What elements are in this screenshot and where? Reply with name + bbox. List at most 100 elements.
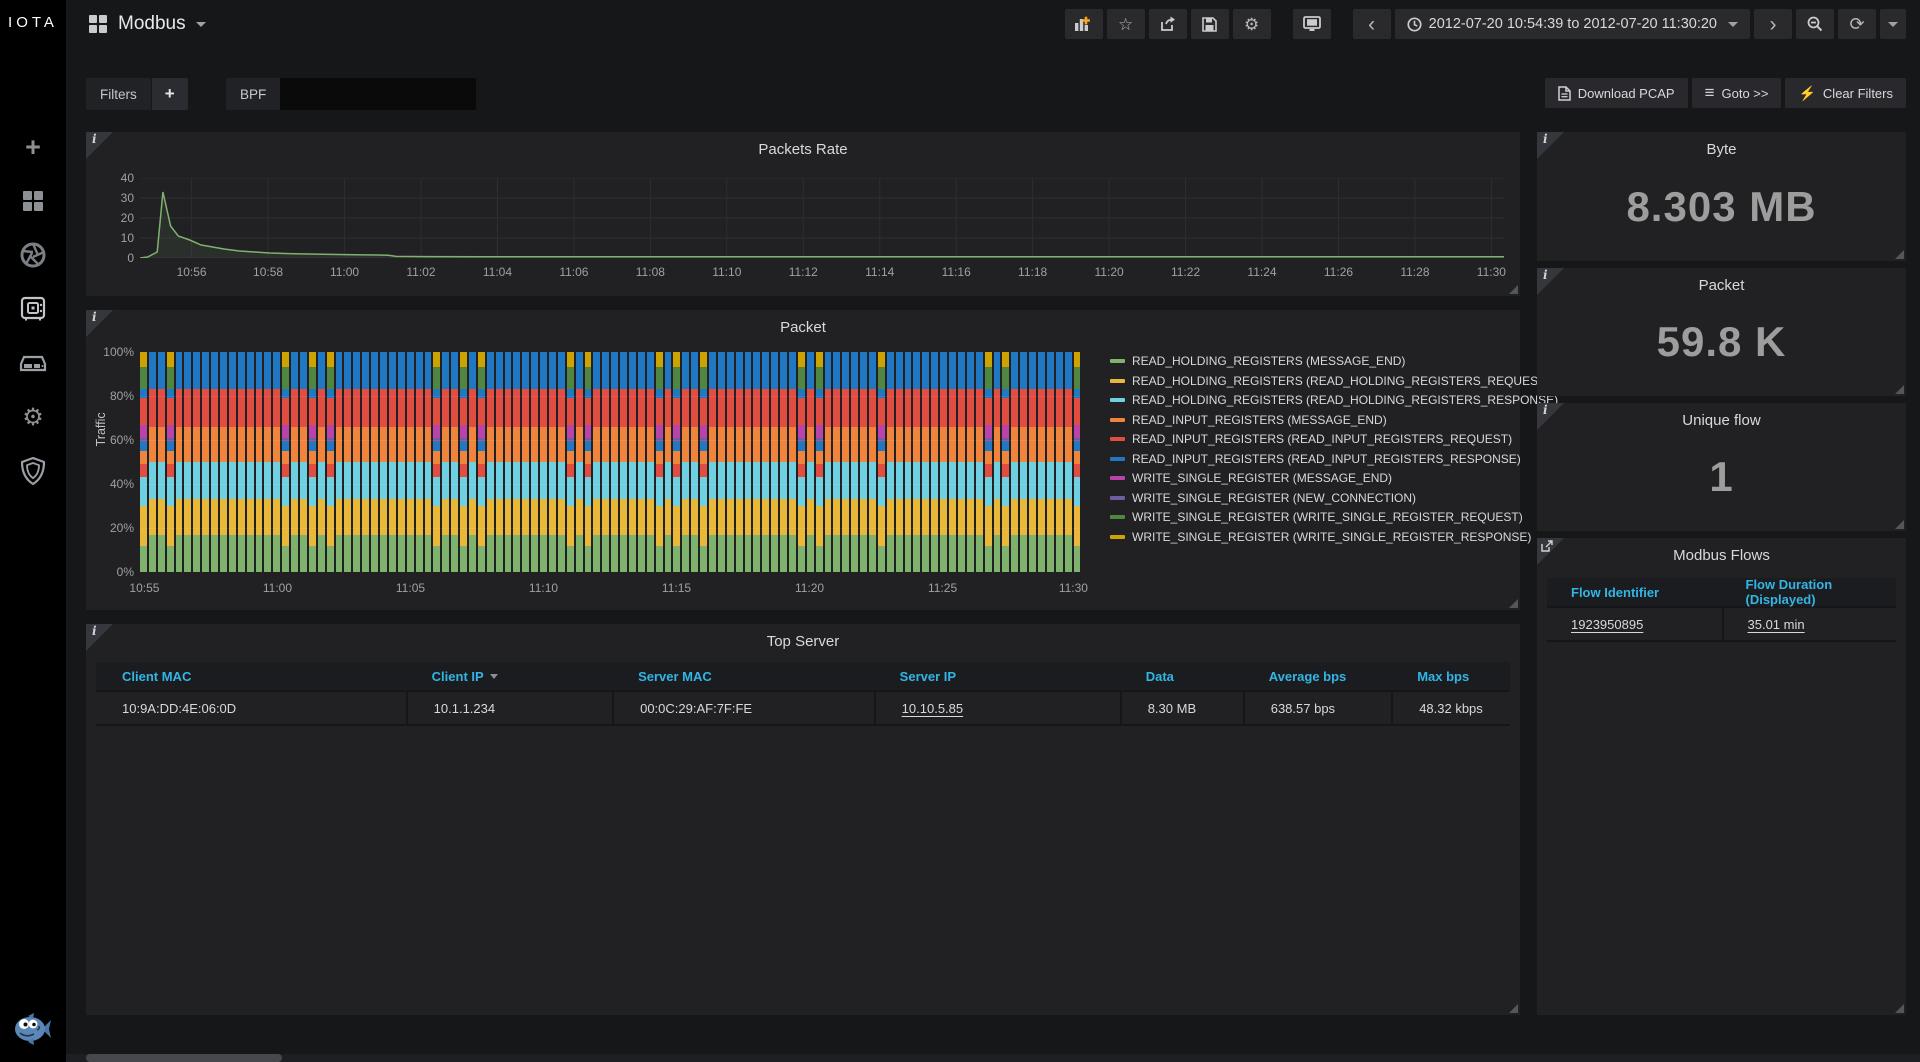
table-header-client-ip[interactable]: Client IP [406, 669, 612, 684]
aperture-icon[interactable] [18, 240, 48, 270]
storage-drive-icon[interactable] [18, 348, 48, 378]
panel-resize-handle[interactable] [1509, 599, 1518, 608]
packets-rate-panel: i Packets Rate 0 10 20 30 40 10:56 10:58 11:00… [86, 132, 1520, 296]
top-server-panel: i Top Server Client MAC Client IP Server M… [86, 624, 1520, 1015]
clear-filters-button[interactable]: ⚡ Clear Filters [1785, 78, 1906, 108]
toolbar: ☆ ⚙ ‹ 2012-07-20 10:54:39 to 2012-07-20 … [1064, 9, 1906, 39]
table-cell: 10.10.5.85 [873, 692, 1120, 724]
legend-item[interactable]: WRITE_SINGLE_REGISTER (MESSAGE_END) [1110, 471, 1510, 485]
save-button[interactable] [1190, 9, 1229, 39]
legend-item[interactable]: READ_INPUT_REGISTERS (MESSAGE_END) [1110, 413, 1510, 427]
panel-resize-handle[interactable] [1895, 520, 1904, 529]
filters-group: Filters + [86, 78, 188, 110]
flows-link[interactable]: 35.01 min [1748, 617, 1805, 632]
share-button[interactable] [1148, 9, 1187, 39]
panel-title[interactable]: Packet [86, 310, 1520, 340]
add-icon[interactable]: + [18, 132, 48, 162]
stacked-bar [1073, 352, 1081, 572]
panel-resize-handle[interactable] [1509, 1004, 1518, 1013]
panel-resize-handle[interactable] [1895, 1004, 1904, 1013]
panel-resize-handle[interactable] [1895, 385, 1904, 394]
settings-button[interactable]: ⚙ [1232, 9, 1271, 39]
legend-item[interactable]: READ_INPUT_REGISTERS (READ_INPUT_REGISTE… [1110, 432, 1512, 446]
mascot-fish-avatar[interactable] [12, 1012, 52, 1046]
packets-rate-line-chart [139, 177, 1504, 259]
legend-item[interactable]: WRITE_SINGLE_REGISTER (WRITE_SINGLE_REGI… [1110, 510, 1523, 524]
iota-logo[interactable]: IOTA [0, 14, 66, 31]
x-tick-label: 11:05 [395, 581, 426, 595]
refresh-button[interactable]: ⟳ [1838, 9, 1876, 39]
panel-title[interactable]: Packet [1537, 268, 1906, 298]
tv-mode-button[interactable] [1292, 9, 1331, 39]
modbus-flows-panel: Modbus Flows Flow Identifier Flow Duratio… [1537, 538, 1906, 1015]
goto-button[interactable]: ≡ Goto >> [1691, 78, 1782, 108]
legend-item[interactable]: READ_INPUT_REGISTERS (READ_INPUT_REGISTE… [1110, 452, 1521, 466]
refresh-interval-dropdown[interactable] [1880, 9, 1906, 39]
zoom-out-button[interactable] [1796, 9, 1834, 39]
x-tick-label: 11:20 [1094, 265, 1124, 279]
table-cell: 10.1.1.234 [405, 692, 612, 724]
flows-header-row: Flow Identifier Flow Duration (Displayed) [1547, 577, 1897, 607]
stacked-bar [824, 352, 832, 572]
save-icon [1202, 16, 1217, 32]
table-link[interactable]: 10.10.5.85 [902, 701, 963, 716]
x-tick-label: 11:30 [1476, 265, 1506, 279]
stacked-bar [869, 352, 876, 572]
flows-header[interactable]: Flow Duration (Displayed) [1722, 577, 1897, 607]
shield-icon[interactable] [18, 456, 48, 486]
dashboards-grid-icon[interactable] [18, 186, 48, 216]
stacked-bar [815, 352, 823, 572]
add-panel-button[interactable] [1064, 9, 1103, 39]
packet-plot-area[interactable] [140, 352, 1081, 572]
gear-icon[interactable]: ⚙ [18, 402, 48, 432]
bpf-input[interactable] [280, 78, 477, 110]
legend-color-dash [1110, 534, 1125, 539]
legend-item[interactable]: WRITE_SINGLE_REGISTER (NEW_CONNECTION) [1110, 491, 1510, 505]
stacked-bar [984, 352, 992, 572]
flows-header[interactable]: Flow Identifier [1547, 585, 1722, 600]
stacked-bar [228, 352, 236, 572]
table-header-client-mac[interactable]: Client MAC [96, 669, 406, 684]
panel-title[interactable]: Unique flow [1537, 403, 1906, 433]
stacked-bar [504, 352, 512, 572]
time-range-picker[interactable]: 2012-07-20 10:54:39 to 2012-07-20 11:30:… [1394, 9, 1750, 39]
stacked-bar [744, 352, 752, 572]
horizontal-scrollbar-track[interactable] [66, 1054, 1920, 1062]
y-tick-label: 40 [120, 171, 134, 185]
legend-item[interactable]: WRITE_SINGLE_REGISTER (WRITE_SINGLE_REGI… [1110, 530, 1531, 544]
packets-rate-plot-area[interactable] [139, 177, 1504, 259]
legend-item[interactable]: READ_HOLDING_REGISTERS (READ_HOLDING_REG… [1110, 393, 1558, 407]
document-icon [1558, 85, 1571, 101]
time-back-button[interactable]: ‹ [1352, 9, 1391, 39]
flows-link[interactable]: 1923950895 [1571, 617, 1643, 632]
panel-resize-handle[interactable] [1895, 250, 1904, 259]
x-tick-label: 11:08 [635, 265, 665, 279]
dashboard-picker[interactable]: Modbus [88, 13, 206, 35]
table-header-average-bps[interactable]: Average bps [1243, 669, 1391, 684]
y-tick-label: 20% [109, 521, 134, 535]
time-forward-button[interactable]: › [1754, 9, 1792, 39]
panel-title[interactable]: Packets Rate [86, 132, 1520, 162]
panel-title[interactable]: Byte [1537, 132, 1906, 162]
legend-item[interactable]: READ_HOLDING_REGISTERS (MESSAGE_END) [1110, 354, 1510, 368]
legend-item[interactable]: READ_HOLDING_REGISTERS (READ_HOLDING_REG… [1110, 374, 1549, 388]
panel-resize-handle[interactable] [1509, 285, 1518, 294]
star-button[interactable]: ☆ [1106, 9, 1145, 39]
table-header-server-ip[interactable]: Server IP [874, 669, 1120, 684]
vault-icon[interactable] [18, 294, 48, 324]
stacked-bar [148, 352, 156, 572]
add-filter-button[interactable]: + [151, 78, 188, 110]
panel-title[interactable]: Top Server [86, 624, 1520, 654]
stacked-bar [1011, 352, 1019, 572]
byte-stat-panel: i Byte 8.303 MB [1537, 132, 1906, 261]
horizontal-scrollbar-thumb[interactable] [86, 1054, 282, 1062]
panel-title[interactable]: Modbus Flows [1537, 538, 1906, 568]
stacked-bar [522, 352, 530, 572]
stacked-bar [735, 352, 743, 572]
table-cell: 00:0C:29:AF:7F:FE [612, 692, 874, 724]
stacked-bar [513, 352, 521, 572]
table-header-data[interactable]: Data [1120, 669, 1243, 684]
table-header-max-bps[interactable]: Max bps [1391, 669, 1510, 684]
download-pcap-button[interactable]: Download PCAP [1544, 78, 1688, 108]
table-header-server-mac[interactable]: Server MAC [612, 669, 874, 684]
